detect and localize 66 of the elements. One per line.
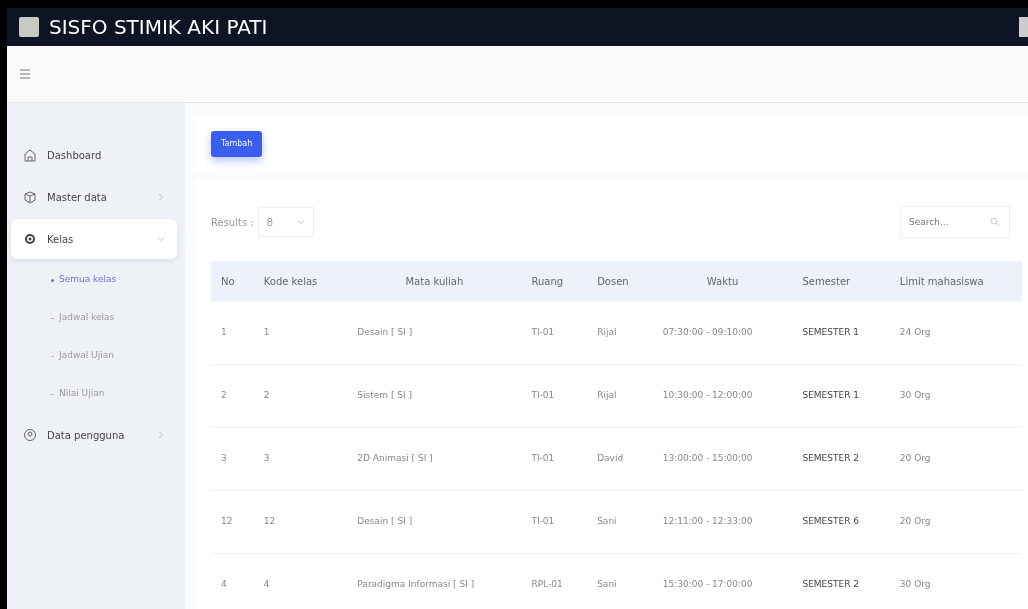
column-header[interactable]: Ruang [521,261,588,301]
column-header[interactable]: Limit mahasiswa [889,261,1022,301]
table-cell: 15:30:00 - 17:00:00 [652,553,793,609]
table-cell: 12 [211,490,254,553]
table-cell: 1 [211,301,254,364]
table-cell: SEMESTER 2 [792,553,890,609]
table-cell: Paradigma Informasi [ SI ] [347,553,522,609]
table-cell: 4 [253,553,348,609]
box-icon [23,190,37,204]
bullet-icon [51,278,54,282]
app-title: SISFO STIMIK AKI PATI [49,14,268,41]
submenu-item[interactable]: Semua kelas [7,261,185,299]
table-cell: TI-01 [521,427,588,490]
column-header[interactable]: Mata kuliah [347,261,522,301]
table-cell: 2D Animasi [ SI ] [347,427,522,490]
table-cell: 20 Org [889,490,1022,553]
caret-icon [296,218,305,226]
table-cell: RPL-01 [521,553,588,609]
column-header[interactable]: Waktu [652,261,793,301]
results-select[interactable]: 8 [257,207,314,237]
column-header[interactable]: Semester [792,261,890,301]
menu-icon[interactable] [19,69,31,79]
table-cell: 13:00:00 - 15:00:00 [652,427,793,490]
table-cell: 30 Org [889,364,1022,427]
results-label: Results : [211,215,254,230]
column-header[interactable]: Dosen [587,261,653,301]
table-cell: SEMESTER 2 [792,427,890,490]
table-cell: 20 Org [889,427,1022,490]
search-icon[interactable] [990,217,1000,227]
column-header[interactable]: No [211,261,254,301]
sidebar-item[interactable]: Dashboard [11,135,177,175]
table-cell: 3 [211,427,254,490]
avatar-icon[interactable] [1019,17,1028,37]
table-cell: Sani [587,553,653,609]
table-cell: Rijal [587,301,653,364]
table-cell: 10:30:00 - 12:00:00 [652,364,793,427]
table-cell: 12:11:00 - 12:33:00 [652,490,793,553]
table-cell: Sistem [ SI ] [347,364,522,427]
sidebar-item[interactable]: Master data [11,177,177,217]
table-cell: Sani [587,490,653,553]
table-cell: David [587,427,653,490]
table-cell: SEMESTER 1 [792,301,890,364]
table-cell: 30 Org [889,553,1022,609]
table-cell: SEMESTER 6 [792,490,890,553]
table-cell: SEMESTER 1 [792,364,890,427]
table-cell: 2 [211,364,254,427]
table-cell: 24 Org [889,301,1022,364]
table-cell: 2 [253,364,348,427]
table-cell: Desain [ SI ] [347,301,522,364]
add-button[interactable]: Tambah [211,131,263,157]
home-icon [23,148,37,162]
column-header[interactable]: Kode kelas [253,261,348,301]
table-cell: Desain [ SI ] [347,490,522,553]
table-cell: 4 [211,553,254,609]
table-cell: 07:30:00 - 09:10:00 [652,301,793,364]
sidebar-item[interactable]: Data pengguna [11,415,177,455]
table-cell: 1 [253,301,348,364]
table-cell: TI-01 [521,301,588,364]
table-cell: TI-01 [521,364,588,427]
search-field[interactable]: Search... [900,206,1010,238]
logo-icon [19,17,39,37]
table-cell: TI-01 [521,490,588,553]
table-cell: 3 [253,427,348,490]
sidebar-item[interactable]: Kelas [11,219,177,259]
table-cell: 12 [253,490,348,553]
table-cell: Rijal [587,364,653,427]
